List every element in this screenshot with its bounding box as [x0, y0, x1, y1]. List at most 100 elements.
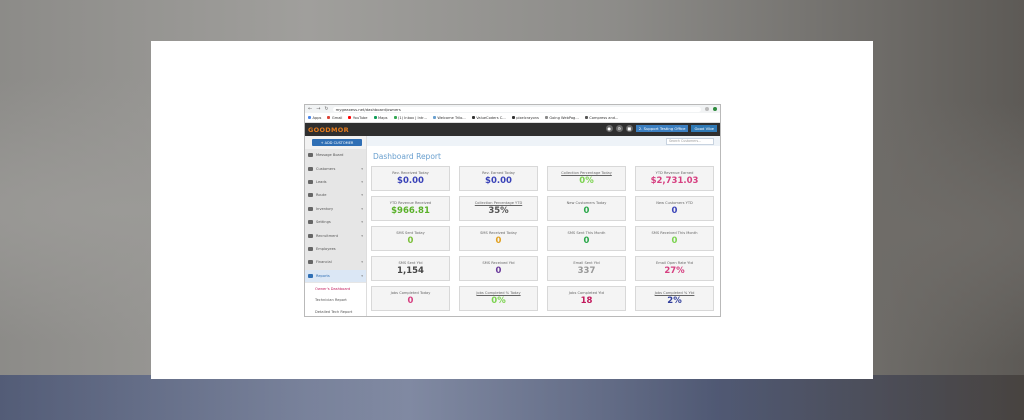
- reload-icon[interactable]: ↻: [324, 106, 328, 112]
- office-selector[interactable]: 2. Support Testing Office: [635, 125, 689, 132]
- stat-card: Collection Percentage YTD 35%: [459, 196, 538, 221]
- sidebar-item-label: Leads: [316, 179, 327, 184]
- bookmarks-bar: Apps Gmail YouTube Maps (1) Inbox | Intr... W…: [305, 113, 720, 123]
- stat-label: YTD Revenue Earned: [655, 171, 694, 175]
- stat-value: 0: [407, 296, 414, 306]
- notification-icon[interactable]: ■: [625, 125, 633, 132]
- stat-card: Jobs Completed Ytd 18: [547, 286, 626, 311]
- back-icon[interactable]: ←: [308, 106, 312, 112]
- chevron-down-icon: ▾: [361, 206, 363, 211]
- bookmark-item[interactable]: Gmail: [327, 116, 343, 120]
- sidebar-item-label: Reports: [316, 273, 330, 278]
- sidebar-item-employees[interactable]: Employees: [305, 242, 366, 257]
- bookmark-item[interactable]: Maps: [374, 116, 387, 120]
- bookmark-item[interactable]: YouTube: [348, 116, 368, 120]
- stat-value: 2%: [667, 296, 682, 306]
- user-menu[interactable]: Good Vibe: [691, 125, 717, 132]
- bookmark-item[interactable]: pixelcrayons: [512, 116, 539, 120]
- browser-toolbar: ← → ↻ mygeaxess.net/dashboard/owners: [305, 105, 720, 113]
- bookmark-item[interactable]: Compress and...: [585, 116, 618, 120]
- sidebar-item-financial[interactable]: Financial ▾: [305, 256, 366, 270]
- message-board-icon: [308, 153, 313, 158]
- stat-card: Jobs Completed % Ytd 2%: [635, 286, 714, 311]
- stat-card: SMS Sent Today 0: [371, 226, 450, 251]
- route-icon: [308, 193, 313, 198]
- chevron-down-icon: ▾: [361, 220, 363, 225]
- dashboard-grid: Rev. Received Today $0.00 Rev. Earned Toda…: [371, 166, 714, 311]
- search-input[interactable]: Search Customers...: [666, 137, 714, 145]
- stat-card: YTD Revenue Received $966.81: [371, 196, 450, 221]
- stat-label: New Customers YTD: [656, 201, 693, 205]
- stat-value: 1,154: [397, 266, 424, 276]
- stat-value: 337: [577, 266, 596, 276]
- settings-icon[interactable]: ⚙: [615, 125, 623, 132]
- stat-value: 0: [495, 266, 502, 276]
- sidebar-subitem[interactable]: Technician Report: [305, 294, 366, 306]
- recruitment-icon: [308, 233, 313, 238]
- bookmark-item[interactable]: Going WebPag...: [545, 116, 578, 120]
- chat-icon[interactable]: ●: [605, 125, 613, 132]
- stat-card: SMS Received Ytd 0: [459, 256, 538, 281]
- sidebar-item-label: Customers: [316, 166, 336, 171]
- stat-card: Email Open Rate Ytd 27%: [635, 256, 714, 281]
- stat-label[interactable]: Jobs Completed % Ytd: [636, 291, 713, 295]
- bookmark-item[interactable]: Apps: [308, 116, 322, 120]
- stat-label: SMS Sent Today: [396, 231, 425, 235]
- stat-label: SMS Received This Month: [651, 231, 698, 235]
- sidebar-item-message-board[interactable]: Message Board: [305, 149, 366, 163]
- stat-card: Jobs Completed % Today 0%: [459, 286, 538, 311]
- customers-icon: [308, 166, 313, 171]
- sidebar-item-inventory[interactable]: Inventory ▾: [305, 202, 366, 216]
- bookmark-item[interactable]: ValueCoders C...: [472, 116, 506, 120]
- sidebar-item-customers[interactable]: Customers ▾: [305, 162, 366, 176]
- browser-screenshot: ← → ↻ mygeaxess.net/dashboard/owners App…: [304, 104, 721, 317]
- stat-label[interactable]: Collection Percentage Today: [548, 171, 625, 175]
- profile-avatar[interactable]: [713, 107, 717, 111]
- bookmark-item[interactable]: Welcome Trilo...: [433, 116, 465, 120]
- address-bar[interactable]: mygeaxess.net/dashboard/owners: [332, 106, 701, 112]
- stat-value: 0: [407, 236, 414, 246]
- financial-icon: [308, 260, 313, 265]
- reports-icon: [308, 273, 313, 278]
- stat-card: New Customers YTD 0: [635, 196, 714, 221]
- stat-label[interactable]: Collection Percentage YTD: [460, 201, 537, 205]
- sidebar-item-reports[interactable]: Reports ▾: [305, 269, 366, 283]
- extension-icon[interactable]: [705, 107, 709, 111]
- sidebar-item-leads[interactable]: Leads ▾: [305, 175, 366, 190]
- background-strip: [0, 375, 1024, 420]
- stat-value: 0: [671, 236, 678, 246]
- bookmark-item[interactable]: (1) Inbox | Intr...: [394, 116, 427, 120]
- employees-icon: [308, 246, 313, 251]
- sidebar-item-label: Recruitment: [316, 233, 339, 238]
- stat-card: SMS Received This Month 0: [635, 226, 714, 251]
- stat-label: Email Open Rate Ytd: [655, 261, 694, 265]
- stat-value: 0%: [579, 176, 594, 186]
- stat-value: 18: [580, 296, 593, 306]
- chevron-down-icon: ▾: [361, 260, 363, 265]
- stat-label: Rev. Received Today: [392, 171, 429, 175]
- sidebar-subitem[interactable]: Detailed Tech Report: [305, 305, 366, 316]
- leads-icon: [308, 179, 313, 184]
- settings-icon: [308, 220, 313, 225]
- stat-label: SMS Sent Ytd: [398, 261, 423, 265]
- sidebar-subitem[interactable]: Owner's Dashboard: [305, 282, 366, 295]
- stat-value: $0.00: [485, 176, 512, 186]
- add-customer-button[interactable]: + ADD CUSTOMER: [312, 139, 362, 146]
- stat-value: 0: [671, 206, 678, 216]
- page-title: Dashboard Report: [373, 152, 441, 161]
- forward-icon[interactable]: →: [316, 106, 320, 112]
- sidebar-item-label: Inventory: [316, 206, 334, 211]
- stat-value: 0: [583, 206, 590, 216]
- sidebar-item-route[interactable]: Route ▾: [305, 189, 366, 203]
- sidebar-item-settings[interactable]: Settings ▾: [305, 215, 366, 230]
- app-header: GOODMOR ● ⚙ ■ 2. Support Testing Office …: [305, 123, 720, 137]
- sidebar-item-recruitment[interactable]: Recruitment ▾: [305, 229, 366, 243]
- stat-card: YTD Revenue Earned $2,731.03: [635, 166, 714, 191]
- app-logo: GOODMOR: [308, 126, 349, 134]
- sidebar: + ADD CUSTOMER Message Board Customers ▾ Le…: [305, 136, 367, 316]
- stat-value: 35%: [488, 206, 509, 216]
- sidebar-item-label: Settings: [316, 220, 331, 225]
- stat-label: SMS Sent This Month: [567, 231, 606, 235]
- stat-value: 0: [495, 236, 502, 246]
- stat-label[interactable]: Jobs Completed % Today: [460, 291, 537, 295]
